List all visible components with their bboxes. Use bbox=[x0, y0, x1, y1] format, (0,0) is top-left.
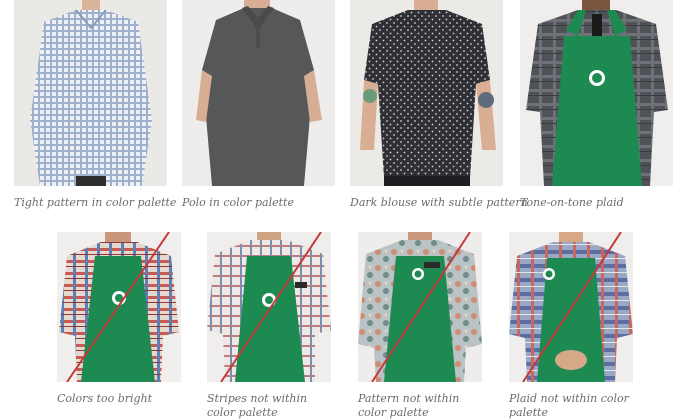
caption-polo: Polo in color palette bbox=[182, 196, 294, 209]
photo-checked-shirt bbox=[14, 0, 167, 186]
caption-tone-plaid: Tone-on-tone plaid bbox=[520, 196, 624, 209]
caption-pattern: Pattern not within color palette bbox=[358, 392, 460, 419]
photo-plaid-apron bbox=[509, 232, 633, 382]
caption-tight-pattern: Tight pattern in color palette bbox=[14, 196, 177, 209]
caption-plaid: Plaid not within color palette bbox=[509, 392, 629, 419]
photo-bright-plaid-apron bbox=[57, 232, 181, 382]
photo-polo-shirt bbox=[182, 0, 335, 186]
photo-pattern-apron bbox=[358, 232, 482, 382]
photo-stripes-apron bbox=[207, 232, 331, 382]
photo-tone-plaid-apron bbox=[520, 0, 673, 186]
caption-colors-too-bright: Colors too bright bbox=[57, 392, 153, 405]
caption-stripes: Stripes not within color palette bbox=[207, 392, 308, 419]
photo-dark-blouse bbox=[350, 0, 503, 186]
caption-dark-blouse: Dark blouse with subtle pattern bbox=[350, 196, 528, 209]
